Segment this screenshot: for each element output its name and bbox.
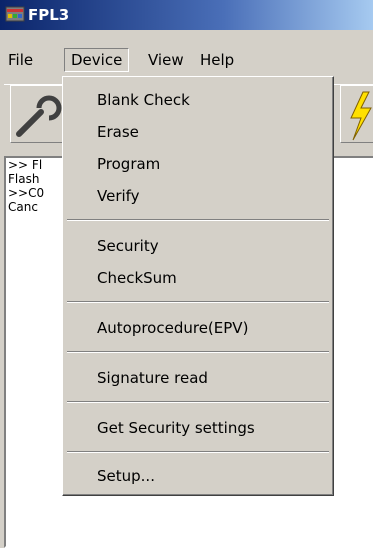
menu-separator: [67, 219, 329, 221]
menu-item-verify[interactable]: Verify: [63, 181, 331, 211]
menu-bar: File Device View Help: [0, 48, 373, 74]
device-menu-dropdown: Blank Check Erase Program Verify Securit…: [62, 76, 334, 496]
menu-separator: [67, 451, 329, 453]
menu-item-blank-check[interactable]: Blank Check: [63, 85, 331, 115]
menu-item-signature-read[interactable]: Signature read: [63, 363, 331, 393]
menu-device[interactable]: Device: [64, 48, 130, 72]
window-title: FPL3: [28, 6, 70, 24]
menu-item-program[interactable]: Program: [63, 149, 331, 179]
menu-separator: [67, 301, 329, 303]
menu-view[interactable]: View: [142, 48, 190, 72]
menu-separator: [67, 351, 329, 353]
menu-item-security[interactable]: Security: [63, 231, 331, 261]
menu-separator: [67, 401, 329, 403]
menu-item-setup[interactable]: Setup...: [63, 461, 331, 491]
menu-file[interactable]: File: [2, 48, 39, 72]
lightning-icon: [350, 91, 372, 141]
app-icon: [5, 6, 25, 22]
menu-item-erase[interactable]: Erase: [63, 117, 331, 147]
menu-help[interactable]: Help: [194, 48, 240, 72]
menu-item-checksum[interactable]: CheckSum: [63, 263, 331, 293]
menu-item-get-security-settings[interactable]: Get Security settings: [63, 413, 331, 443]
toolbar-button-power[interactable]: [340, 85, 373, 143]
menu-item-autoprocedure[interactable]: Autoprocedure(EPV): [63, 313, 331, 343]
title-bar: FPL3: [0, 0, 373, 30]
toolbar-button-tool[interactable]: [10, 85, 68, 143]
wrench-icon: [16, 95, 62, 137]
